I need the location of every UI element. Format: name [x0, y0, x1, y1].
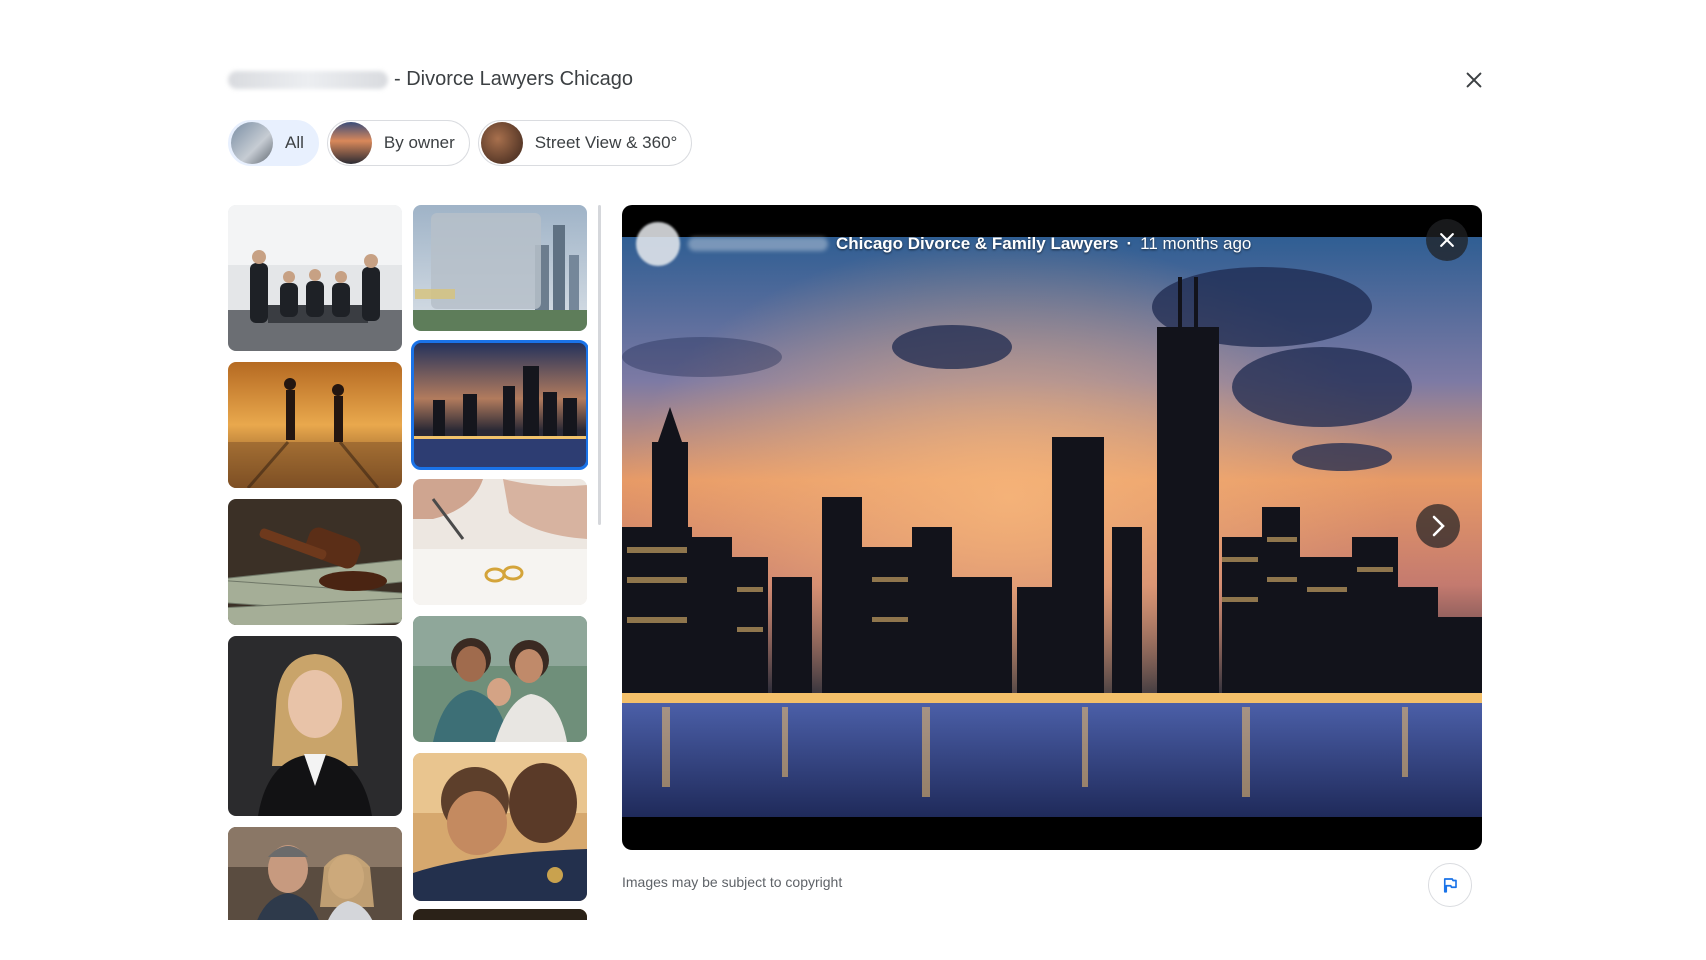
tab-by-owner-label: By owner — [383, 133, 455, 152]
photo-thumb-city-blurred[interactable] — [413, 205, 587, 331]
previous-photo-button[interactable] — [28, 506, 58, 546]
photo-thumb-father-child[interactable] — [413, 753, 587, 901]
photo-thumb-gavel-money[interactable] — [228, 499, 402, 625]
photo-viewer: Chicago Divorce & Family Lawyers · 11 mo… — [622, 205, 1482, 850]
next-photo-button[interactable] — [1416, 504, 1460, 548]
chevron-right-icon — [1432, 515, 1445, 537]
report-photo-button[interactable] — [1428, 863, 1472, 907]
photo-grid-scrollbar[interactable] — [598, 205, 601, 525]
photo-thumb-team[interactable] — [228, 205, 402, 351]
tab-street-view[interactable]: Street View & 360° — [477, 120, 693, 166]
redacted-business-name — [228, 70, 388, 89]
tab-by-owner-thumbnail — [329, 122, 372, 164]
tab-by-owner[interactable]: By owner — [326, 120, 470, 166]
page-title: - Divorce Lawyers Chicago — [228, 68, 633, 91]
tab-all-label: All — [285, 133, 304, 152]
chevron-left-icon — [36, 514, 49, 538]
photo-grid — [228, 205, 588, 920]
page-title-text: - Divorce Lawyers Chicago — [394, 68, 633, 90]
photo-thumb-signing-rings[interactable] — [413, 479, 587, 605]
meta-separator: · — [1126, 234, 1133, 253]
close-icon — [1440, 233, 1454, 247]
photo-filter-tabs: All By owner Street View & 360° — [228, 120, 693, 166]
tab-street-view-label: Street View & 360° — [534, 133, 678, 152]
close-dialog-button[interactable] — [1458, 64, 1490, 96]
flag-icon — [1443, 878, 1457, 893]
photo-date: 11 months ago — [1140, 234, 1252, 253]
photo-attribution: Chicago Divorce & Family Lawyers · 11 mo… — [636, 219, 1251, 269]
tab-all[interactable]: All — [228, 120, 319, 166]
main-photo — [622, 237, 1482, 817]
copyright-note: Images may be subject to copyright — [622, 874, 843, 890]
photo-author[interactable]: Chicago Divorce & Family Lawyers — [836, 234, 1119, 254]
tab-all-thumbnail — [231, 122, 273, 164]
photo-thumb-chicago-skyline-night[interactable] — [411, 340, 588, 470]
redacted-owner-name — [688, 237, 828, 251]
photo-thumb-partial[interactable] — [413, 909, 587, 920]
photo-thumb-woman-portrait[interactable] — [228, 636, 402, 816]
photo-thumb-family[interactable] — [413, 616, 587, 742]
tab-street-view-thumbnail — [480, 122, 523, 164]
owner-avatar — [636, 222, 680, 266]
close-viewer-button[interactable] — [1426, 219, 1468, 261]
close-icon — [1466, 72, 1482, 88]
photo-thumb-couple-silhouettes[interactable] — [228, 362, 402, 488]
photo-thumb-couple-back-to-back[interactable] — [228, 827, 402, 920]
